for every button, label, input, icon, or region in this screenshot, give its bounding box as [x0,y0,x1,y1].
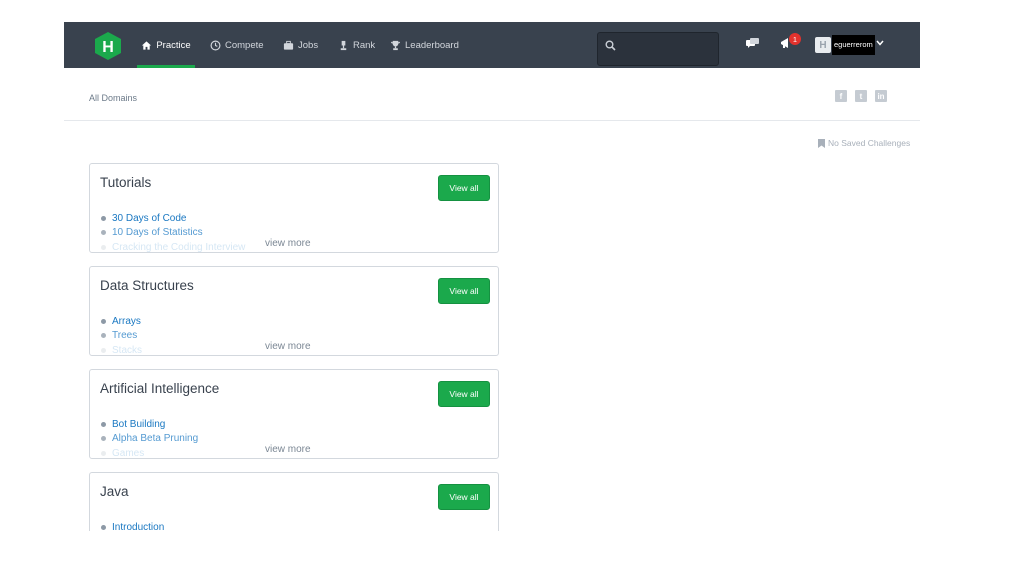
facebook-icon[interactable]: f [835,90,847,102]
linkedin-icon[interactable]: in [875,90,887,102]
list-item[interactable]: 10 Days of Statistics [101,226,245,241]
briefcase-icon [283,40,294,50]
card-item-list: Bot Building Alpha Beta Pruning Games [101,417,198,459]
list-item-label: Introduction [112,521,165,531]
svg-text:H: H [102,39,114,56]
list-item[interactable]: Stacks [101,343,143,356]
card-title: Data Structures [100,278,194,293]
list-item-label: Bot Building [112,418,166,430]
list-item[interactable]: 30 Days of Code [101,211,245,226]
domain-card-artificial-intelligence: Artificial Intelligence View all Bot Bui… [89,369,499,459]
domain-card-data-structures: Data Structures View all Arrays Trees St… [89,266,499,356]
card-item-list: 30 Days of Code 10 Days of Statistics Cr… [101,211,246,253]
bullet-icon [101,318,106,324]
search-icon [605,40,616,51]
bullet-icon [101,244,106,250]
breadcrumb[interactable]: All Domains [89,93,137,103]
card-title: Tutorials [100,175,152,190]
list-item[interactable]: Cracking the Coding Interview [101,240,246,253]
view-more-link[interactable]: view more [265,238,311,249]
list-item-label: Alpha Beta Pruning [112,433,199,445]
list-item-label: Trees [112,330,138,342]
nav-rank[interactable]: Rank [338,22,375,68]
card-item-list: Introduction [101,520,164,531]
view-all-button[interactable]: View all [438,278,490,304]
hackerrank-logo[interactable]: H [94,31,122,61]
list-item-label: Stacks [112,344,143,356]
saved-challenges[interactable]: No Saved Challenges [818,138,910,148]
bullet-icon [101,450,106,456]
twitter-icon[interactable]: t [855,90,867,102]
domain-card-tutorials: Tutorials View all 30 Days of Code 10 Da… [89,163,499,253]
card-title: Java [100,484,129,499]
bullet-icon [101,347,106,353]
card-title: Artificial Intelligence [100,381,220,396]
nav-practice[interactable]: Practice [137,22,195,68]
list-item[interactable]: Games [101,446,198,459]
view-all-button[interactable]: View all [438,381,490,407]
trophy-small-icon [340,40,347,50]
search-input[interactable] [597,32,719,66]
nav-compete-label: Compete [225,39,264,51]
notification-count-badge: 1 [789,33,801,45]
list-item[interactable]: Introduction [101,520,164,531]
bullet-icon [101,524,106,530]
home-icon [142,40,152,50]
list-item-label: Games [112,447,145,459]
clock-icon [210,40,221,50]
bullet-icon [101,333,106,339]
saved-challenges-label: No Saved Challenges [828,138,911,148]
bullet-icon [101,230,106,236]
view-all-button[interactable]: View all [438,484,490,510]
nav-leaderboard-label: Leaderboard [405,39,459,51]
page: H Practice Compete Jobs Rank Leaderboard… [0,0,1024,576]
view-more-link[interactable]: view more [265,341,311,352]
nav-jobs-label: Jobs [298,39,319,51]
top-navbar: H Practice Compete Jobs Rank Leaderboard… [64,22,920,68]
bullet-icon [101,436,106,442]
nav-compete[interactable]: Compete [210,22,264,68]
list-item[interactable]: Alpha Beta Pruning [101,432,198,447]
username[interactable]: eguerrerom [832,35,875,55]
view-all-button[interactable]: View all [438,175,490,201]
card-item-list: Arrays Trees Stacks [101,314,143,356]
messages-icon[interactable] [746,38,759,49]
list-item[interactable]: Bot Building [101,417,198,432]
nav-leaderboard[interactable]: Leaderboard [390,22,459,68]
list-item[interactable]: Trees [101,329,142,344]
header-divider [64,120,920,121]
list-item-label: 10 Days of Statistics [112,227,203,239]
nav-rank-label: Rank [353,39,376,51]
bookmark-icon [818,138,825,148]
domain-card-java: Java View all Introduction [89,472,499,531]
nav-jobs[interactable]: Jobs [283,22,318,68]
chevron-down-icon[interactable] [876,40,884,46]
bullet-icon [101,215,106,221]
list-item-label: Cracking the Coding Interview [112,241,246,253]
list-item-label: Arrays [112,315,141,327]
nav-practice-label: Practice [156,39,191,51]
view-more-link[interactable]: view more [265,444,311,455]
bullet-icon [101,421,106,427]
list-item-label: 30 Days of Code [112,212,187,224]
list-item[interactable]: Arrays [101,314,142,329]
trophy-icon [390,40,401,50]
avatar[interactable]: H [815,37,831,53]
